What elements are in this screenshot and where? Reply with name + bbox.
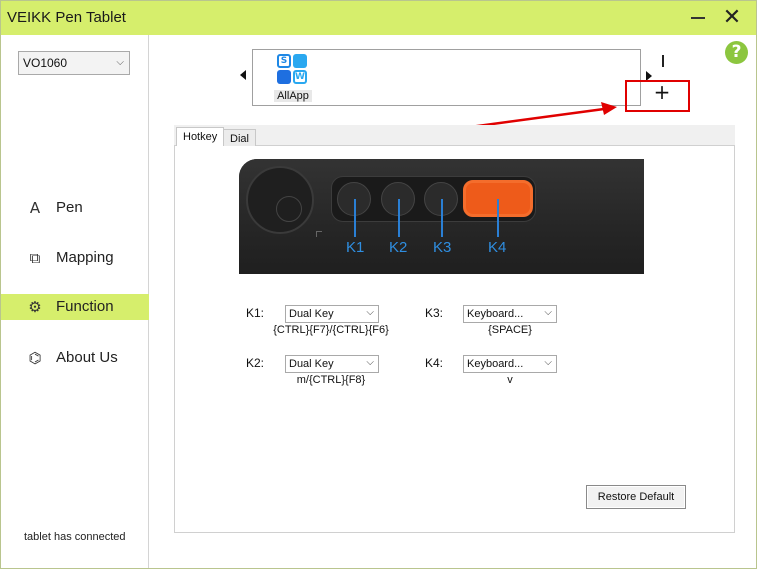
window-title: VEIKK Pen Tablet [7,9,126,26]
allapp-logo-icon: S W [277,54,307,85]
app-window: VEIKK Pen Tablet ✕ VO1060 ⌵ A Pen ⧉ Mapp… [0,0,757,569]
sidebar-item-label: Pen [56,199,83,216]
key-label-k2: K2 [389,239,408,256]
key-pointer-line [398,199,400,237]
sidebar-item-about-us[interactable]: ⌬ About Us [1,345,149,371]
gear-icon: ⚙ [28,298,42,316]
minimize-button[interactable] [683,6,713,30]
scroll-left-icon[interactable] [240,70,246,80]
sidebar: VO1060 ⌵ A Pen ⧉ Mapping ⚙ Function ⌬ Ab… [1,35,149,568]
chevron-down-icon: ⌵ [544,357,552,368]
hotkey-select-value: Dual Key [289,308,334,320]
logo-tile: W [293,70,307,84]
remove-app-icon[interactable] [662,55,664,67]
pen-icon: A [29,199,41,217]
hotkey-label-k4: K4: [425,356,444,370]
tab-bar: Hotkey Dial [174,125,735,148]
chevron-down-icon: ⌵ [366,307,374,318]
hotkey-select-k1[interactable]: Dual Key ⌵ [285,305,379,323]
key-label-k4: K4 [488,239,507,256]
mapping-icon: ⧉ [29,249,41,267]
tablet-image: K1 K2 K3 K4 [239,159,644,274]
app-label: AllApp [274,90,312,102]
tablet-corner-mark [316,231,322,237]
sidebar-item-label: Mapping [56,249,114,266]
close-icon: ✕ [722,5,742,30]
sidebar-item-mapping[interactable]: ⧉ Mapping [1,245,149,271]
dial-center [276,196,302,222]
device-select-value: VO1060 [23,56,68,70]
sidebar-item-label: Function [56,298,114,315]
hotkey-select-value: Keyboard... [467,358,524,370]
hotkey-label-k1: K1: [246,306,265,320]
chevron-down-icon: ⌵ [116,57,124,68]
hotkey-label-k2: K2: [246,356,265,370]
device-select[interactable]: VO1060 ⌵ [18,51,130,75]
about-icon: ⌬ [28,349,42,367]
logo-tile [293,54,307,68]
app-item-allapp[interactable]: S W AllApp [274,53,312,103]
chevron-down-icon: ⌵ [544,307,552,318]
key-pointer-line [354,199,356,237]
key-pointer-line [441,199,443,237]
hotkey-value-k4: v [507,374,513,386]
hotkey-select-k2[interactable]: Dual Key ⌵ [285,355,379,373]
sidebar-item-label: About Us [56,349,118,366]
key-label-k1: K1 [346,239,365,256]
connection-status: tablet has connected [24,531,126,543]
hotkey-value-k3: {SPACE} [488,324,532,336]
hotkey-select-k4[interactable]: Keyboard... ⌵ [463,355,557,373]
key-label-k3: K3 [433,239,452,256]
hotkey-select-value: Dual Key [289,358,334,370]
hotkey-select-k3[interactable]: Keyboard... ⌵ [463,305,557,323]
hotkey-value-k1: {CTRL}{F7}/{CTRL}{F6} [273,324,389,336]
logo-tile [277,70,291,84]
sidebar-item-function[interactable]: ⚙ Function [1,294,149,320]
tab-hotkey[interactable]: Hotkey [176,127,225,148]
logo-tile: S [277,54,291,68]
tab-dial[interactable]: Dial [223,129,256,147]
key-pointer-line [497,199,499,237]
chevron-down-icon: ⌵ [366,357,374,368]
dial-icon [246,166,314,234]
help-icon[interactable]: ? [725,41,748,64]
restore-default-button[interactable]: Restore Default [586,485,686,509]
hotkey-label-k3: K3: [425,306,444,320]
close-button[interactable]: ✕ [717,6,747,30]
app-strip: S W AllApp [252,49,641,106]
annotation-highlight-box [625,80,690,112]
minimize-icon [691,17,705,19]
title-bar: VEIKK Pen Tablet ✕ [1,1,756,35]
sidebar-item-pen[interactable]: A Pen [1,195,149,221]
hotkey-value-k2: m/{CTRL}{F8} [296,374,366,386]
hotkey-select-value: Keyboard... [467,308,524,320]
